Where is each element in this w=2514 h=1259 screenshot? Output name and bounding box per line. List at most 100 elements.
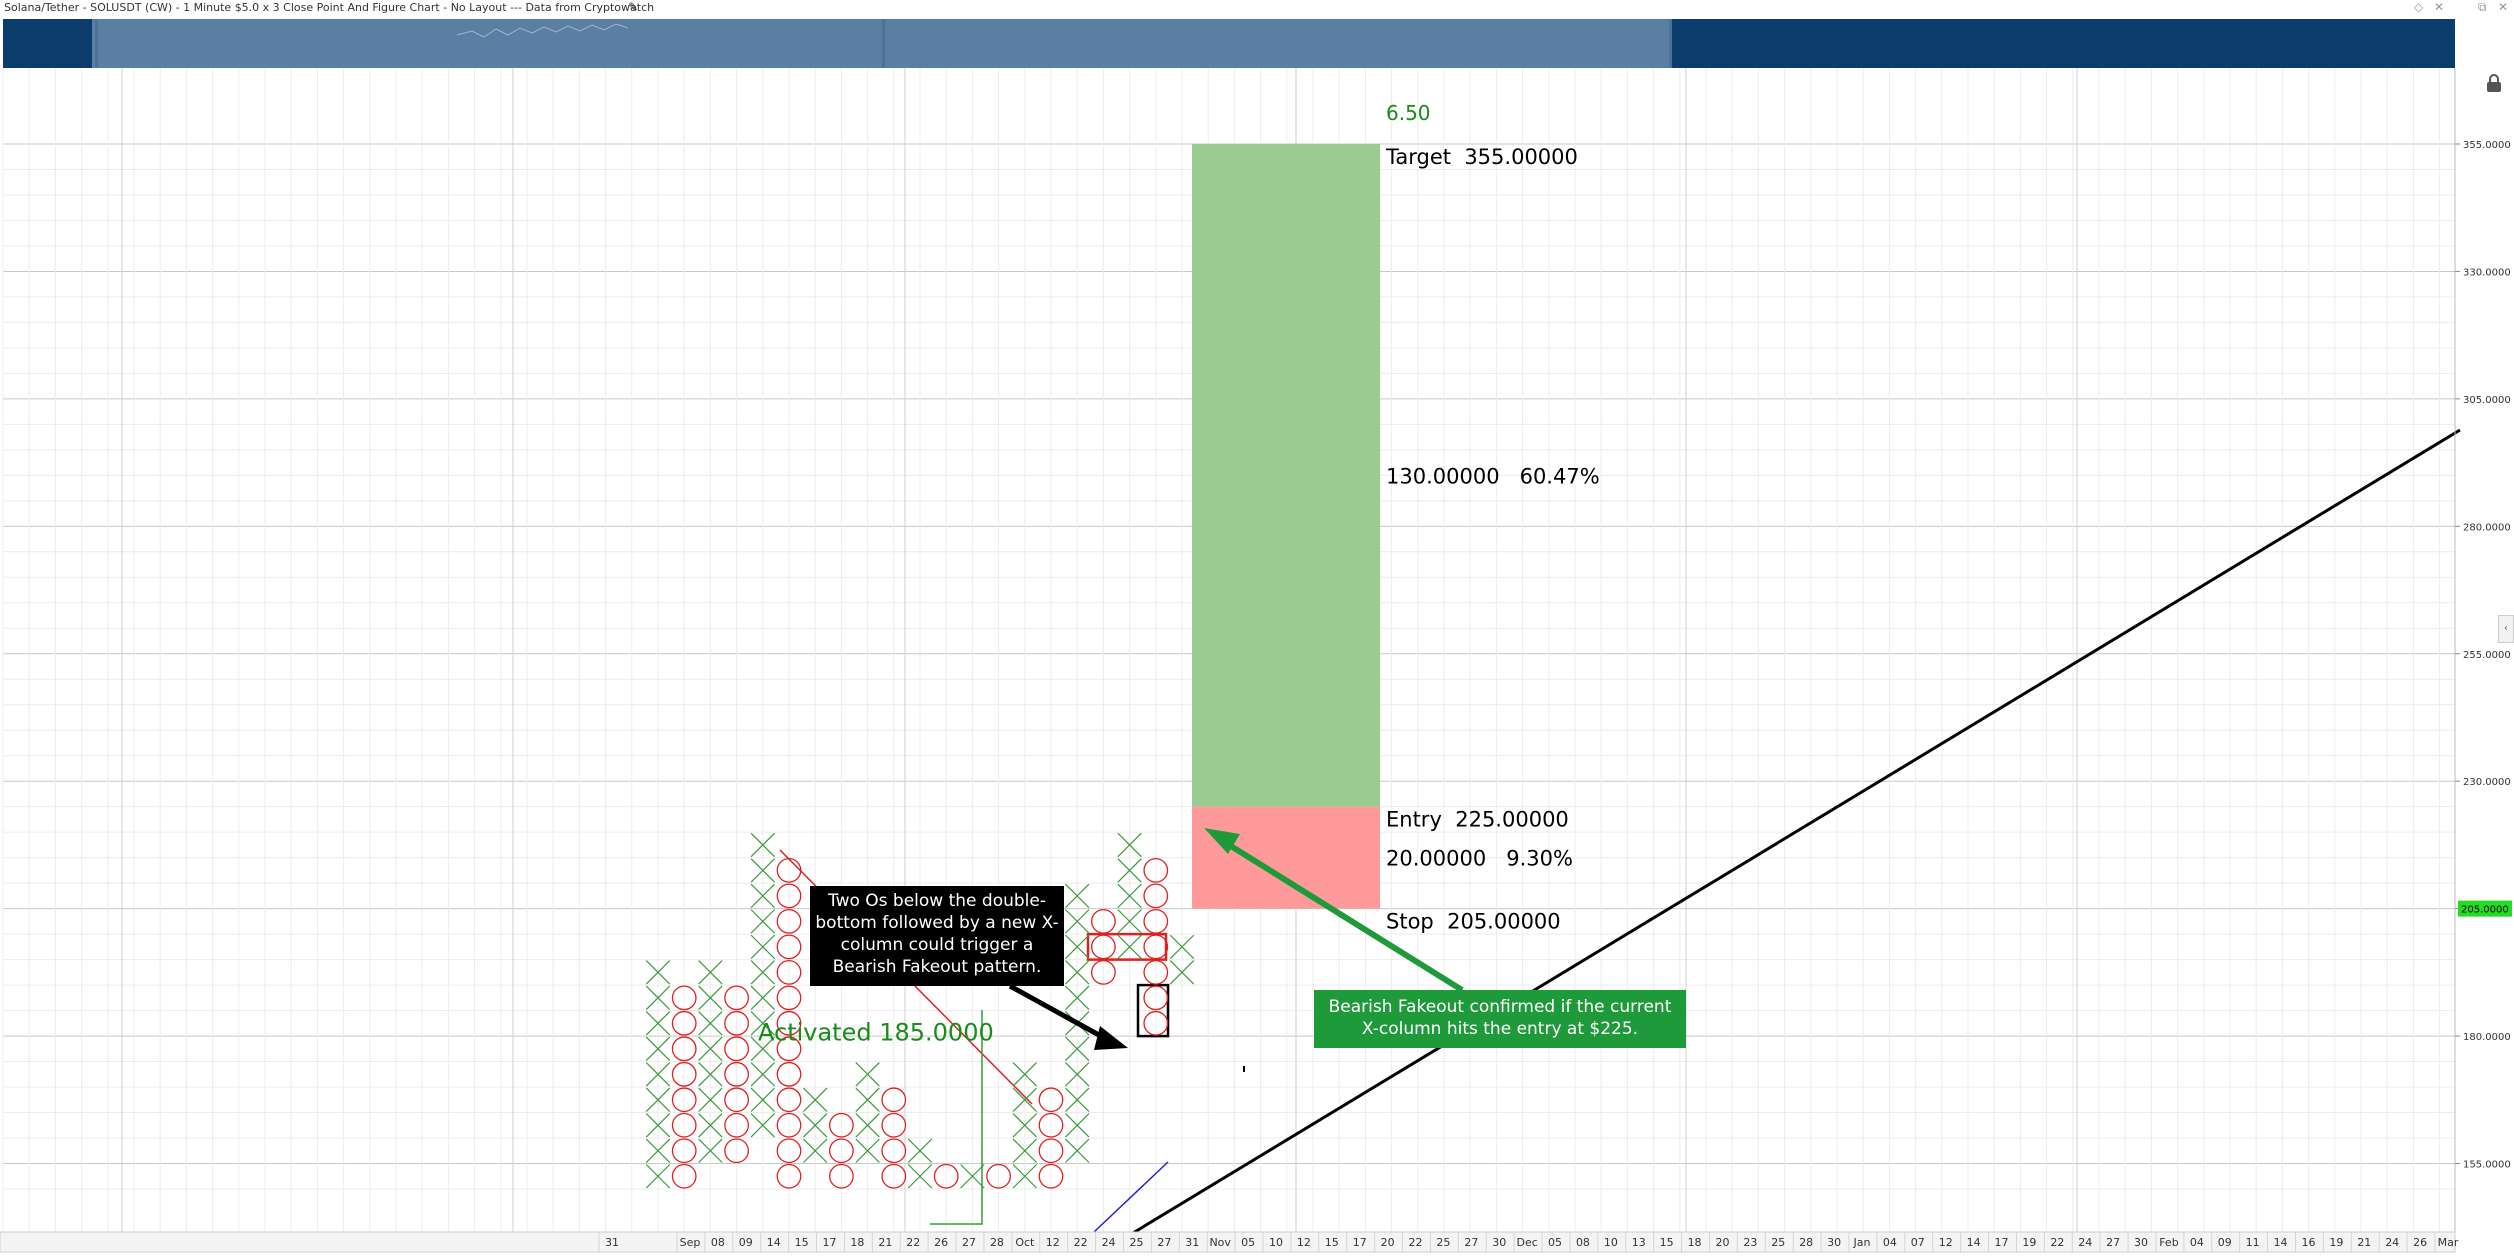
x-tick-label: 20 xyxy=(1715,1236,1729,1249)
pnf-chart[interactable]: 6.50 Target 355.00000 130.00000 60.47% E… xyxy=(0,68,2514,1259)
window-title: Solana/Tether - SOLUSDT (CW) - 1 Minute … xyxy=(4,1,655,14)
x-tick-label: 08 xyxy=(1576,1236,1590,1249)
x-tick-label: 19 xyxy=(2329,1236,2343,1249)
x-tick-label: 19 xyxy=(2022,1236,2036,1249)
x-tick-label: 05 xyxy=(1241,1236,1255,1249)
x-tick-label: 23 xyxy=(1743,1236,1757,1249)
risk-label: 20.00000 9.30% xyxy=(1386,847,1573,871)
entry-label: Entry 225.00000 xyxy=(1386,808,1569,832)
y-tick-label: 255.0000 xyxy=(2463,650,2511,661)
x-tick-label: 05 xyxy=(1548,1236,1562,1249)
x-tick-label: 28 xyxy=(1799,1236,1813,1249)
x-tick-label: 22 xyxy=(1074,1236,1088,1249)
x-tick-label: 12 xyxy=(1939,1236,1953,1249)
pencil-icon[interactable]: ✎ xyxy=(628,0,638,14)
y-tick-label: 180.0000 xyxy=(2463,1032,2511,1043)
x-tick-label: 24 xyxy=(2385,1236,2399,1249)
y-tick-label: 355.0000 xyxy=(2463,140,2511,151)
x-tick-label: 09 xyxy=(2218,1236,2232,1249)
x-tick-label: 22 xyxy=(906,1236,920,1249)
x-tick-label: 28 xyxy=(990,1236,1004,1249)
x-tick-label: 26 xyxy=(934,1236,948,1249)
x-tick-label: 16 xyxy=(2301,1236,2315,1249)
x-tick-label: 27 xyxy=(1157,1236,1171,1249)
lock-icon[interactable] xyxy=(2483,72,2505,94)
x-tick-label: 15 xyxy=(1325,1236,1339,1249)
x-tick-label: 12 xyxy=(1297,1236,1311,1249)
x-tick-label: Oct xyxy=(1015,1236,1035,1249)
x-tick-label: 17 xyxy=(823,1236,837,1249)
x-tick-label: 04 xyxy=(1883,1236,1897,1249)
x-tick-label: 21 xyxy=(878,1236,892,1249)
restore-icon[interactable]: ⧉ xyxy=(2478,0,2487,15)
price-axis: 355.0000 330.0000 305.0000 280.0000 255.0000… xyxy=(2454,68,2512,1232)
trade-zones xyxy=(1192,144,1380,909)
x-tick-label: 12 xyxy=(1046,1236,1060,1249)
x-tick-label: 22 xyxy=(1409,1236,1423,1249)
x-tick-label: 25 xyxy=(1436,1236,1450,1249)
x-tick-label: 25 xyxy=(1771,1236,1785,1249)
x-tick-label: 08 xyxy=(711,1236,725,1249)
x-tick-label: 25 xyxy=(1129,1236,1143,1249)
reward-label: 130.00000 60.47% xyxy=(1386,464,1600,488)
close-icon[interactable]: ✕ xyxy=(2498,0,2508,14)
title-bar: Solana/Tether - SOLUSDT (CW) - 1 Minute … xyxy=(0,0,2514,18)
target-zone xyxy=(1192,144,1380,807)
x-tick-label: 10 xyxy=(1604,1236,1618,1249)
x-tick-label: 31 xyxy=(1185,1236,1199,1249)
x-tick-label: 11 xyxy=(2246,1236,2260,1249)
x-tick-label: Feb xyxy=(2159,1236,2178,1249)
x-tick-label: 14 xyxy=(767,1236,781,1249)
x-tick-label: 20 xyxy=(1381,1236,1395,1249)
x-tick-label: 13 xyxy=(1632,1236,1646,1249)
x-tick-label: 15 xyxy=(1660,1236,1674,1249)
stop-zone xyxy=(1192,806,1380,909)
y-tick-label: 330.0000 xyxy=(2463,267,2511,278)
x-tick-label: 22 xyxy=(2050,1236,2064,1249)
x-tick-label: 17 xyxy=(1353,1236,1367,1249)
current-price-label: 205.0000 xyxy=(2461,905,2509,916)
y-tick-label: 305.0000 xyxy=(2463,395,2511,406)
y-tick-label: 155.0000 xyxy=(2463,1160,2511,1171)
x-tick-label: Nov xyxy=(1209,1236,1231,1249)
x-tick-label: 30 xyxy=(1827,1236,1841,1249)
x-tick-label: 27 xyxy=(962,1236,976,1249)
stop-label: Stop 205.00000 xyxy=(1386,910,1561,934)
navigator-right-handle[interactable] xyxy=(1669,19,1672,68)
x-tick-label: 10 xyxy=(1269,1236,1283,1249)
navigator-mid-handle[interactable] xyxy=(882,19,885,68)
activated-label: Activated 185.0000 xyxy=(758,1019,994,1047)
green-callout-text: Bearish Fakeout confirmed if the current xyxy=(1329,997,1672,1017)
pin-icon[interactable]: ✕ xyxy=(2434,0,2444,14)
x-tick-label: 27 xyxy=(2106,1236,2120,1249)
double-bottom-box xyxy=(1086,932,1168,961)
x-tick-label: 07 xyxy=(1911,1236,1925,1249)
diamond-icon[interactable]: ◇ xyxy=(2414,0,2423,14)
x-tick-label: 17 xyxy=(1995,1236,2009,1249)
black-callout-text: Two Os below the double- xyxy=(827,891,1046,911)
x-tick-label: 09 xyxy=(739,1236,753,1249)
ratio-label: 6.50 xyxy=(1386,101,1431,125)
x-tick-label: 21 xyxy=(2357,1236,2371,1249)
x-tick-label: 14 xyxy=(1967,1236,1981,1249)
x-tick-label: Sep xyxy=(680,1236,701,1249)
x-tick-label: Dec xyxy=(1516,1236,1537,1249)
x-tick-label: Jan xyxy=(1853,1236,1871,1249)
black-callout-text: Bearish Fakeout pattern. xyxy=(833,957,1042,977)
x-tick-label: 15 xyxy=(795,1236,809,1249)
x-tick-label: 24 xyxy=(1102,1236,1116,1249)
navigator-left-handle[interactable] xyxy=(95,19,98,68)
collapse-panel-button[interactable]: ‹ xyxy=(2498,615,2514,643)
black-arrow-head xyxy=(1094,1026,1128,1050)
target-label: Target 355.00000 xyxy=(1385,145,1578,169)
x-tick-label: Mar xyxy=(2438,1236,2459,1249)
x-tick-label: 30 xyxy=(1492,1236,1506,1249)
x-tick-label: 24 xyxy=(2078,1236,2092,1249)
x-tick-label: 04 xyxy=(2190,1236,2204,1249)
x-tick-label: 31 xyxy=(605,1236,619,1249)
x-tick-label: 18 xyxy=(850,1236,864,1249)
blue-trend-line xyxy=(1093,1161,1169,1233)
x-tick-label: 26 xyxy=(2413,1236,2427,1249)
green-callout-text: X-column hits the entry at $225. xyxy=(1362,1019,1638,1039)
y-tick-label: 230.0000 xyxy=(2463,777,2511,788)
